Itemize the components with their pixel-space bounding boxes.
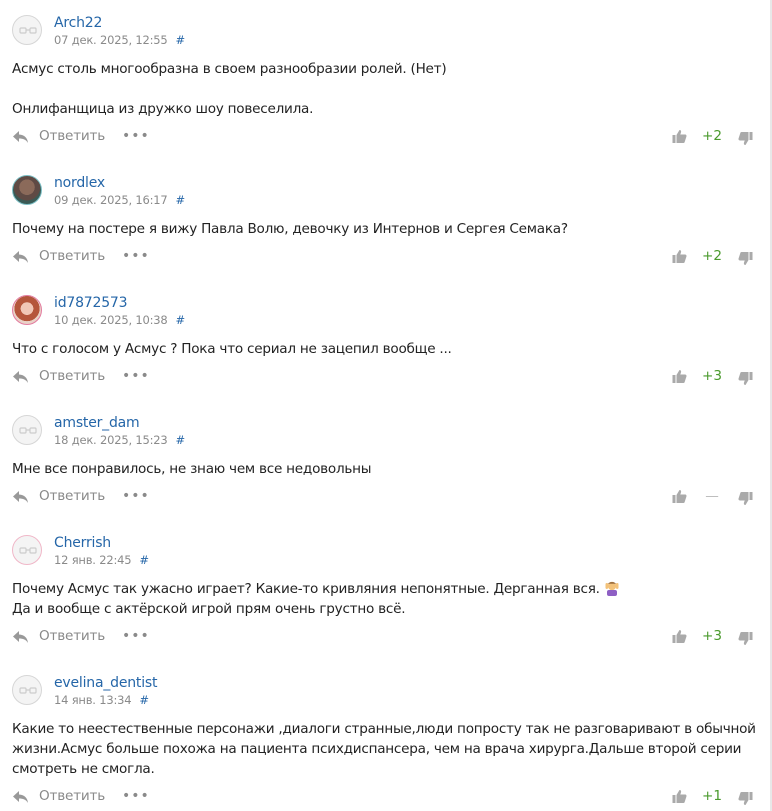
thumb-up-icon[interactable]	[672, 789, 687, 804]
comment-date-text: 10 дек. 2025, 10:38	[54, 313, 168, 327]
thumb-down-icon[interactable]	[738, 631, 753, 646]
reply-icon[interactable]	[12, 250, 29, 264]
comment-actions: Ответить ••• +2	[0, 128, 770, 148]
permalink-link[interactable]: #	[139, 693, 149, 707]
reply-icon[interactable]	[12, 490, 29, 504]
rating-score: +2	[701, 128, 723, 144]
reply-button[interactable]: Ответить	[39, 488, 105, 504]
more-icon[interactable]: •••	[122, 488, 150, 504]
more-icon[interactable]: •••	[122, 788, 150, 804]
comment-line	[12, 79, 757, 99]
rating-score: —	[705, 488, 719, 504]
comment-line: Асмус столь многообразна в своем разнооб…	[12, 61, 447, 77]
avatar[interactable]	[12, 675, 42, 705]
avatar[interactable]	[12, 535, 42, 565]
thumb-down-icon[interactable]	[738, 371, 753, 386]
comment-date: 07 дек. 2025, 12:55 #	[54, 33, 185, 47]
comment-date-text: 09 дек. 2025, 16:17	[54, 193, 168, 207]
comment-date-text: 12 янв. 22:45	[54, 553, 132, 567]
rating-score: +2	[701, 248, 723, 264]
comment-text: Какие то неестественные персонажи ,диало…	[12, 719, 757, 779]
comment-line: Мне все понравилось, не знаю чем все нед…	[12, 461, 372, 477]
comment-actions: Ответить ••• +1	[0, 788, 770, 808]
comment-text: Что с голосом у Асмус ? Пока что сериал …	[12, 339, 757, 359]
thumb-up-icon[interactable]	[672, 369, 687, 384]
comment-date-text: 14 янв. 13:34	[54, 693, 132, 707]
more-icon[interactable]: •••	[122, 128, 150, 144]
comment-date: 12 янв. 22:45 #	[54, 553, 149, 567]
reply-icon[interactable]	[12, 630, 29, 644]
comment-line: Онлифанщица из дружко шоу повеселила.	[12, 101, 314, 117]
comment-date: 10 дек. 2025, 10:38 #	[54, 313, 185, 327]
comment-author[interactable]: Arch22	[54, 15, 102, 31]
reply-button[interactable]: Ответить	[39, 368, 105, 384]
thumb-down-icon[interactable]	[738, 251, 753, 266]
reply-button[interactable]: Ответить	[39, 788, 105, 804]
permalink-link[interactable]: #	[176, 313, 186, 327]
facepalm-emoji-icon	[605, 581, 619, 596]
comment-line-text: Почему Асмус так ужасно играет? Какие-то…	[12, 581, 600, 597]
comment-date-text: 07 дек. 2025, 12:55	[54, 33, 168, 47]
reply-icon[interactable]	[12, 790, 29, 804]
comment-actions: Ответить ••• +2	[0, 248, 770, 268]
comment-line: Какие то неестественные персонажи ,диало…	[12, 721, 756, 737]
comment-date: 18 дек. 2025, 15:23 #	[54, 433, 185, 447]
avatar[interactable]	[12, 295, 42, 325]
comment-author[interactable]: amster_dam	[54, 415, 140, 431]
thumb-up-icon[interactable]	[672, 129, 687, 144]
reply-button[interactable]: Ответить	[39, 628, 105, 644]
reply-icon[interactable]	[12, 130, 29, 144]
comment-line: Что с голосом у Асмус ? Пока что сериал …	[12, 341, 452, 357]
comment-actions: Ответить ••• +3	[0, 628, 770, 648]
thumb-up-icon[interactable]	[672, 629, 687, 644]
thumb-up-icon[interactable]	[672, 249, 687, 264]
comment-date: 09 дек. 2025, 16:17 #	[54, 193, 185, 207]
comment-text: Асмус столь многообразна в своем разнооб…	[12, 59, 757, 119]
avatar[interactable]	[12, 15, 42, 45]
comment-text: Почему Асмус так ужасно играет? Какие-то…	[12, 579, 757, 619]
reply-button[interactable]: Ответить	[39, 128, 105, 144]
comment-actions: Ответить ••• —	[0, 488, 770, 508]
thumb-down-icon[interactable]	[738, 491, 753, 506]
comment-line: Да и вообще с актёрской игрой прям очень…	[12, 601, 406, 617]
rating-score: +3	[701, 628, 723, 644]
comment-author[interactable]: id7872573	[54, 295, 128, 311]
avatar[interactable]	[12, 415, 42, 445]
avatar[interactable]	[12, 175, 42, 205]
more-icon[interactable]: •••	[122, 628, 150, 644]
permalink-link[interactable]: #	[139, 553, 149, 567]
comment-author[interactable]: Cherrish	[54, 535, 111, 551]
comment-line: Почему на постере я вижу Павла Волю, дев…	[12, 221, 568, 237]
comment-date: 14 янв. 13:34 #	[54, 693, 149, 707]
reply-icon[interactable]	[12, 370, 29, 384]
more-icon[interactable]: •••	[122, 368, 150, 384]
thumb-up-icon[interactable]	[672, 489, 687, 504]
thumb-down-icon[interactable]	[738, 791, 753, 806]
comment-author[interactable]: nordlex	[54, 175, 105, 191]
comment-actions: Ответить ••• +3	[0, 368, 770, 388]
comment-line: смотреть не смогла.	[12, 761, 155, 777]
permalink-link[interactable]: #	[176, 193, 186, 207]
comment-text: Мне все понравилось, не знаю чем все нед…	[12, 459, 757, 479]
more-icon[interactable]: •••	[122, 248, 150, 264]
comment-line: жизни.Асмус больше похожа на пациента пс…	[12, 741, 742, 757]
rating-score: +3	[701, 368, 723, 384]
comment-text: Почему на постере я вижу Павла Волю, дев…	[12, 219, 757, 239]
reply-button[interactable]: Ответить	[39, 248, 105, 264]
comment-line: Почему Асмус так ужасно играет? Какие-то…	[12, 579, 757, 599]
thumb-down-icon[interactable]	[738, 131, 753, 146]
comment-date-text: 18 дек. 2025, 15:23	[54, 433, 168, 447]
permalink-link[interactable]: #	[176, 433, 186, 447]
comment-author[interactable]: evelina_dentist	[54, 675, 157, 691]
rating-score: +1	[701, 788, 723, 804]
permalink-link[interactable]: #	[176, 33, 186, 47]
